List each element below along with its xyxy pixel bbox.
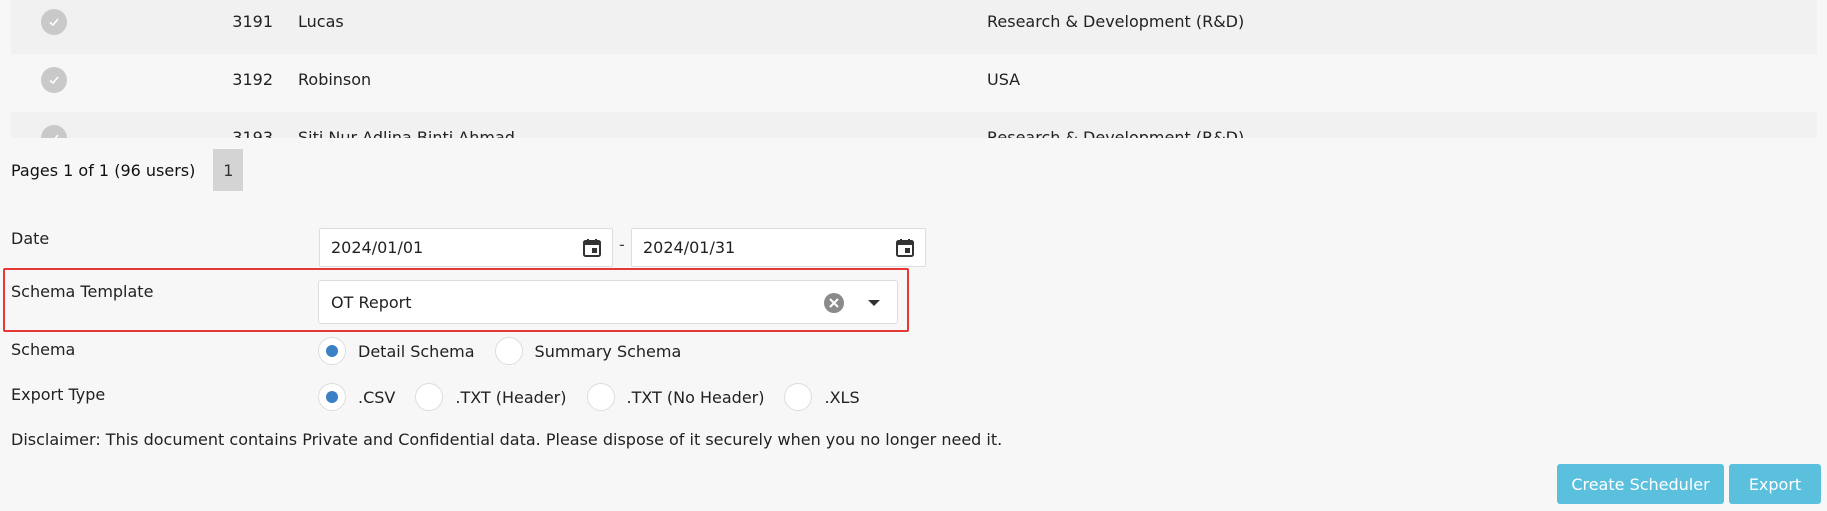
row-department: Research & Development (R&D) xyxy=(987,128,1245,138)
create-scheduler-button[interactable]: Create Scheduler xyxy=(1557,464,1724,504)
schema-template-select[interactable]: OT Report xyxy=(318,280,898,324)
row-check-icon[interactable] xyxy=(41,125,67,138)
radio-label: Detail Schema xyxy=(358,341,475,361)
radio-label: .XLS xyxy=(824,387,860,407)
export-option-txt-no-header[interactable]: .TXT (No Header) xyxy=(586,383,765,411)
page-button-1[interactable]: 1 xyxy=(213,149,244,191)
row-name: Robinson xyxy=(298,70,372,89)
row-id: 3193 xyxy=(232,128,273,138)
export-type-label: Export Type xyxy=(11,385,106,404)
date-from-input[interactable]: 2024/01/01 xyxy=(319,228,613,267)
table-row[interactable]: 3191 Lucas Research & Development (R&D) xyxy=(11,0,1817,54)
radio-txt-header[interactable] xyxy=(415,383,444,411)
schema-template-value: OT Report xyxy=(331,292,412,312)
radio-label: .TXT (Header) xyxy=(455,387,567,407)
date-to-value: 2024/01/31 xyxy=(643,238,736,257)
radio-xls[interactable] xyxy=(784,383,813,411)
date-label: Date xyxy=(11,229,50,248)
schema-option-summary[interactable]: Summary Schema xyxy=(494,337,682,365)
row-name: Lucas xyxy=(298,12,344,31)
table-row[interactable]: 3193 Siti Nur Adlina Binti Ahmad Researc… xyxy=(11,112,1817,138)
export-option-txt-header[interactable]: .TXT (Header) xyxy=(415,383,567,411)
schema-option-detail[interactable]: Detail Schema xyxy=(318,337,475,365)
radio-label: Summary Schema xyxy=(534,341,682,361)
calendar-icon[interactable] xyxy=(895,238,915,258)
chevron-down-icon[interactable] xyxy=(867,298,881,308)
user-table: 3191 Lucas Research & Development (R&D) … xyxy=(11,0,1817,138)
pagination: Pages 1 of 1 (96 users) 1 xyxy=(11,149,244,191)
row-check-icon[interactable] xyxy=(41,67,67,93)
schema-radio-group: Detail Schema Summary Schema xyxy=(318,337,701,365)
row-id: 3192 xyxy=(232,70,273,89)
schema-label: Schema xyxy=(11,340,76,359)
row-id: 3191 xyxy=(232,12,273,31)
row-department: USA xyxy=(987,70,1021,89)
radio-summary-schema[interactable] xyxy=(494,337,523,365)
export-type-radio-group: .CSV .TXT (Header) .TXT (No Header) .XLS xyxy=(318,383,880,411)
date-separator: - xyxy=(619,235,625,254)
radio-txt-no-header[interactable] xyxy=(586,383,615,411)
disclaimer-text: Disclaimer: This document contains Priva… xyxy=(11,430,1003,449)
date-to-input[interactable]: 2024/01/31 xyxy=(631,228,926,267)
calendar-icon[interactable] xyxy=(582,238,602,258)
export-option-xls[interactable]: .XLS xyxy=(784,383,860,411)
table-row[interactable]: 3192 Robinson USA xyxy=(11,54,1817,112)
date-from-value: 2024/01/01 xyxy=(331,238,424,257)
radio-label: .CSV xyxy=(358,387,396,407)
export-option-csv[interactable]: .CSV xyxy=(318,383,395,411)
radio-csv[interactable] xyxy=(318,383,346,411)
pagination-info: Pages 1 of 1 (96 users) xyxy=(11,160,196,180)
schema-template-label: Schema Template xyxy=(11,282,154,301)
row-department: Research & Development (R&D) xyxy=(987,12,1245,31)
export-button[interactable]: Export xyxy=(1729,464,1821,504)
clear-icon[interactable] xyxy=(823,292,845,314)
radio-detail-schema[interactable] xyxy=(318,337,346,365)
row-check-icon[interactable] xyxy=(41,9,67,35)
radio-label: .TXT (No Header) xyxy=(626,387,765,407)
row-name: Siti Nur Adlina Binti Ahmad xyxy=(298,128,515,138)
